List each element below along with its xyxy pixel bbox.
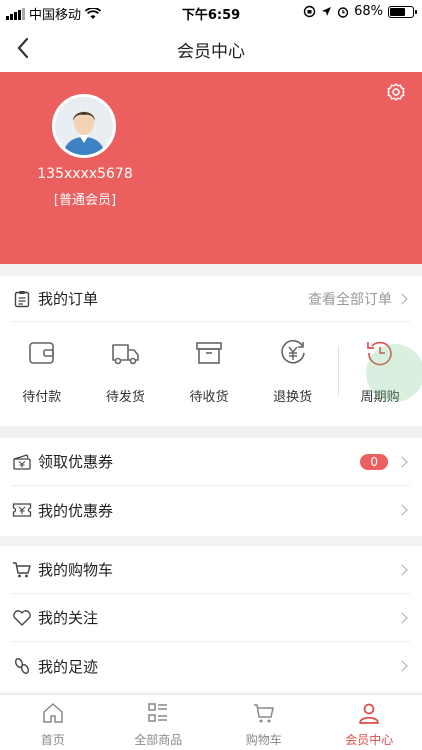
coupon-count-badge: 0 xyxy=(360,453,388,470)
order-pending-receipt[interactable]: 待收货 xyxy=(167,322,251,412)
orientation-lock-icon xyxy=(303,5,316,18)
my-follow-row[interactable]: 我的关注 xyxy=(12,594,410,642)
clipboard-icon xyxy=(12,289,32,309)
my-cart-right xyxy=(396,563,410,576)
coupon-get-icon xyxy=(12,452,32,472)
box-icon xyxy=(196,342,222,364)
chevron-right-icon xyxy=(396,563,408,576)
my-footprint-row[interactable]: 我的足迹 xyxy=(12,642,410,690)
coupon-section: 领取优惠券 0 我的优惠券 xyxy=(0,438,422,536)
location-icon xyxy=(322,7,332,16)
chevron-right-icon xyxy=(396,292,408,305)
tab-cart[interactable]: 购物车 xyxy=(211,695,317,750)
member-phone: 135xxxx5678 xyxy=(37,166,133,182)
settings-button[interactable] xyxy=(386,82,408,104)
order-pending-payment[interactable]: 待付款 xyxy=(0,322,84,412)
my-cart-label: 我的购物车 xyxy=(38,561,114,579)
chevron-right-icon xyxy=(396,504,408,516)
home-icon xyxy=(43,703,63,723)
truck-icon xyxy=(112,344,140,365)
avatar-icon xyxy=(55,97,113,155)
tab-bar: 首页 全部商品 购物车 会员中心 xyxy=(0,694,422,750)
order-item-label: 待付款 xyxy=(22,390,62,405)
gear-icon xyxy=(387,83,405,101)
nav-bar: 会员中心 xyxy=(0,24,422,72)
user-icon xyxy=(359,703,380,724)
order-returns[interactable]: 退换货 xyxy=(251,322,335,412)
chevron-right-icon xyxy=(396,455,408,468)
my-cart-row[interactable]: 我的购物车 xyxy=(12,546,410,594)
cart-icon xyxy=(12,560,32,580)
order-item-label: 待收货 xyxy=(189,390,229,405)
view-all-orders-label: 查看全部订单 xyxy=(308,291,392,308)
coupon-icon xyxy=(12,500,32,520)
page-title: 会员中心 xyxy=(177,42,245,62)
tab-all-products[interactable]: 全部商品 xyxy=(106,695,212,750)
my-footprint-right xyxy=(396,660,410,672)
heart-icon xyxy=(12,608,32,628)
get-coupon-row[interactable]: 领取优惠券 0 xyxy=(12,438,410,486)
my-footprint-label: 我的足迹 xyxy=(38,657,99,676)
get-coupon-label: 领取优惠券 xyxy=(38,453,114,471)
orders-title: 我的订单 xyxy=(38,290,99,308)
chevron-right-icon xyxy=(396,660,408,672)
my-coupon-right xyxy=(396,504,410,516)
my-section: 我的购物车 我的关注 我的足迹 xyxy=(0,546,422,692)
order-status-grid: 待付款 待发货 待收货 退换货 周期购 xyxy=(0,322,422,412)
alarm-icon xyxy=(337,6,349,18)
profile-header: 135xxxx5678 [普通会员] xyxy=(0,72,422,264)
cart-icon xyxy=(253,704,274,723)
tab-label: 全部商品 xyxy=(134,733,183,747)
my-coupon-label: 我的优惠券 xyxy=(38,501,114,520)
battery-percent: 68% xyxy=(354,4,383,19)
view-all-orders-link[interactable]: 查看全部订单 xyxy=(308,289,410,309)
tab-home[interactable]: 首页 xyxy=(0,695,106,750)
wallet-icon xyxy=(28,342,54,364)
tab-member-center[interactable]: 会员中心 xyxy=(317,695,422,750)
member-level: [普通会员] xyxy=(53,193,117,208)
tab-label: 购物车 xyxy=(245,733,282,747)
orders-section: 我的订单 查看全部订单 待付款 待发货 待收货 退换货 周期购 xyxy=(0,276,422,426)
orders-header-row[interactable]: 我的订单 查看全部订单 xyxy=(12,276,410,322)
footprint-icon xyxy=(12,656,32,676)
avatar[interactable] xyxy=(52,94,116,158)
order-item-label: 待发货 xyxy=(105,390,145,405)
my-follow-label: 我的关注 xyxy=(38,609,99,627)
touch-ripple xyxy=(366,344,422,402)
status-right: 68% xyxy=(303,4,417,19)
yen-refresh-icon xyxy=(280,340,305,364)
battery-icon xyxy=(388,5,417,18)
my-follow-right xyxy=(396,611,410,624)
my-coupon-row[interactable]: 我的优惠券 xyxy=(12,486,410,534)
status-bar: 中国移动 下午6:59 68% xyxy=(0,0,422,24)
order-item-label: 退换货 xyxy=(273,390,313,405)
grid-list-icon xyxy=(148,703,168,722)
tab-label: 首页 xyxy=(40,733,65,747)
order-pending-shipment[interactable]: 待发货 xyxy=(84,322,168,412)
chevron-right-icon xyxy=(396,611,408,624)
get-coupon-right: 0 xyxy=(360,453,410,470)
tab-label: 会员中心 xyxy=(345,733,394,747)
